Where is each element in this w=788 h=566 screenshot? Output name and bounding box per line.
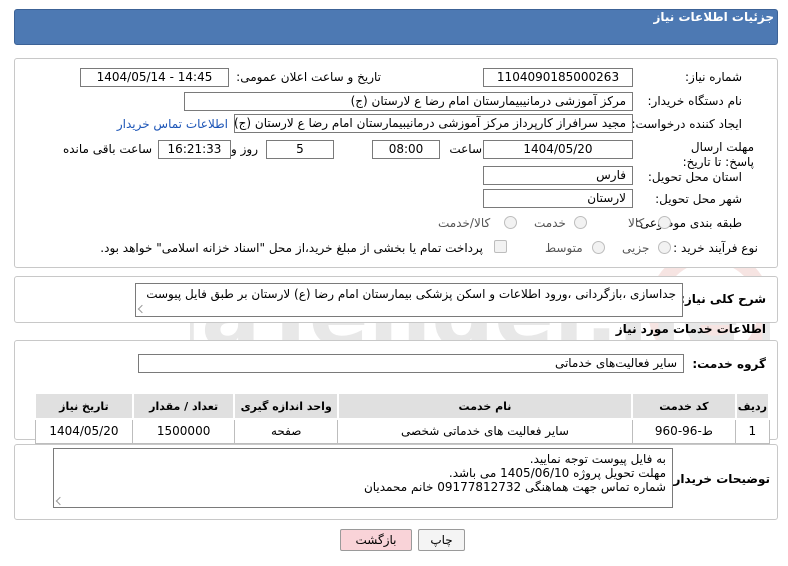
remaining-time-label: ساعت باقی مانده (62, 142, 152, 156)
service-group-label: گروه خدمت: (692, 357, 766, 371)
province-label: استان محل تحویل: (647, 170, 742, 184)
buyer-note-line: شماره تماس جهت هماهنگی 09177812732 خانم … (363, 480, 666, 494)
process-radio-minor[interactable] (658, 241, 671, 254)
col-row: ردیف (734, 392, 771, 420)
print-button[interactable]: چاپ (418, 529, 465, 551)
buyer-org-label: نام دستگاه خریدار: (647, 94, 743, 108)
creator-field[interactable]: مجید سرافراز کارپرداز مرکز آموزشی درمانی… (234, 114, 633, 133)
announce-datetime-label: تاریخ و ساعت اعلان عمومی: (236, 70, 381, 84)
services-table: تاریخ نیاز تعداد / مقدار واحد اندازه گیر… (34, 392, 771, 444)
treasury-payment-checkbox[interactable] (494, 240, 507, 253)
buyer-notes-label: توضیحات خریدار: (668, 472, 770, 486)
services-section-title: اطلاعات خدمات مورد نیاز (615, 322, 766, 336)
services-table-header: تاریخ نیاز تعداد / مقدار واحد اندازه گیر… (34, 392, 771, 420)
creator-label: ایجاد کننده درخواست: (631, 117, 742, 131)
deadline-time-field[interactable]: 08:00 (372, 140, 440, 159)
col-date: تاریخ نیاز (34, 392, 134, 420)
buyer-notes-textarea[interactable]: به فایل پیوست توجه نمایید. مهلت تحویل پر… (53, 448, 673, 508)
deadline-time-label: ساعت (449, 142, 482, 156)
process-type-label: نوع فرآیند خرید : (673, 241, 758, 255)
summary-label: شرح کلی نیاز: (680, 292, 766, 306)
process-option-minor: جزیی (622, 241, 650, 255)
days-label: روز و (231, 142, 258, 156)
need-details-panel (14, 58, 778, 268)
page-title: جزئیات اطلاعات نیاز (653, 10, 774, 24)
col-service-name: نام خدمت (336, 392, 634, 420)
buyer-note-line: مهلت تحویل پروژه 1405/06/10 می باشد. (448, 466, 666, 480)
cell-row: 1 (735, 418, 770, 444)
category-radio-goods-service[interactable] (504, 216, 517, 229)
cell-service-code: ط-96-960 (631, 418, 737, 444)
cell-quantity: 1500000 (132, 418, 235, 444)
need-number-label: شماره نیاز: (685, 70, 742, 84)
deadline-date-field[interactable]: 1404/05/20 (483, 140, 633, 159)
city-label: شهر محل تحویل: (655, 192, 742, 206)
province-field[interactable]: فارس (483, 166, 633, 185)
buyer-note-line: به فایل پیوست توجه نمایید. (529, 452, 666, 466)
service-group-field[interactable]: سایر فعالیت‌های خدماتی (138, 354, 684, 373)
category-radio-goods[interactable] (658, 216, 671, 229)
category-radio-service[interactable] (574, 216, 587, 229)
treasury-payment-note: پرداخت تمام یا بخشی از مبلغ خرید،از محل … (100, 241, 483, 255)
category-option-service: خدمت (534, 216, 566, 230)
announce-datetime-field[interactable]: 1404/05/14 - 14:45 (80, 68, 229, 87)
process-option-medium: متوسط (545, 241, 583, 255)
col-quantity: تعداد / مقدار (131, 392, 236, 420)
buyer-org-field[interactable]: مرکز آموزشی درمانیبیمارستان امام رضا ع ل… (184, 92, 633, 111)
city-field[interactable]: لارستان (483, 189, 633, 208)
cell-unit: صفحه (233, 418, 339, 444)
category-option-goods-service: کالا/خدمت (438, 216, 491, 230)
process-radio-medium[interactable] (592, 241, 605, 254)
category-label: طبقه بندی موضوعی: (635, 216, 742, 230)
col-unit: واحد اندازه گیری (233, 392, 339, 420)
col-service-code: کد خدمت (631, 392, 737, 420)
back-button[interactable]: بازگشت (340, 529, 412, 551)
table-row: 1404/05/20 1500000 صفحه سایر فعالیت های … (34, 418, 770, 444)
buyer-contact-link[interactable]: اطلاعات تماس خریدار (117, 117, 228, 131)
summary-textarea[interactable]: جداسازی ،بازگردانی ،ورود اطلاعات و اسکن … (135, 283, 683, 317)
deadline-label-text: مهلت ارسال پاسخ: تا تاریخ: (682, 140, 754, 169)
cell-service-name: سایر فعالیت های خدماتی شخصی (337, 418, 633, 444)
summary-text: جداسازی ،بازگردانی ،ورود اطلاعات و اسکن … (146, 287, 676, 301)
cell-date: 1404/05/20 (34, 418, 134, 444)
category-option-goods: کالا (628, 216, 645, 230)
need-number-field[interactable]: 1104090185000263 (483, 68, 633, 87)
deadline-label: مهلت ارسال پاسخ: تا تاریخ: (678, 140, 754, 170)
days-remaining-field[interactable]: 5 (266, 140, 334, 159)
remaining-time-field[interactable]: 16:21:33 (158, 140, 231, 159)
